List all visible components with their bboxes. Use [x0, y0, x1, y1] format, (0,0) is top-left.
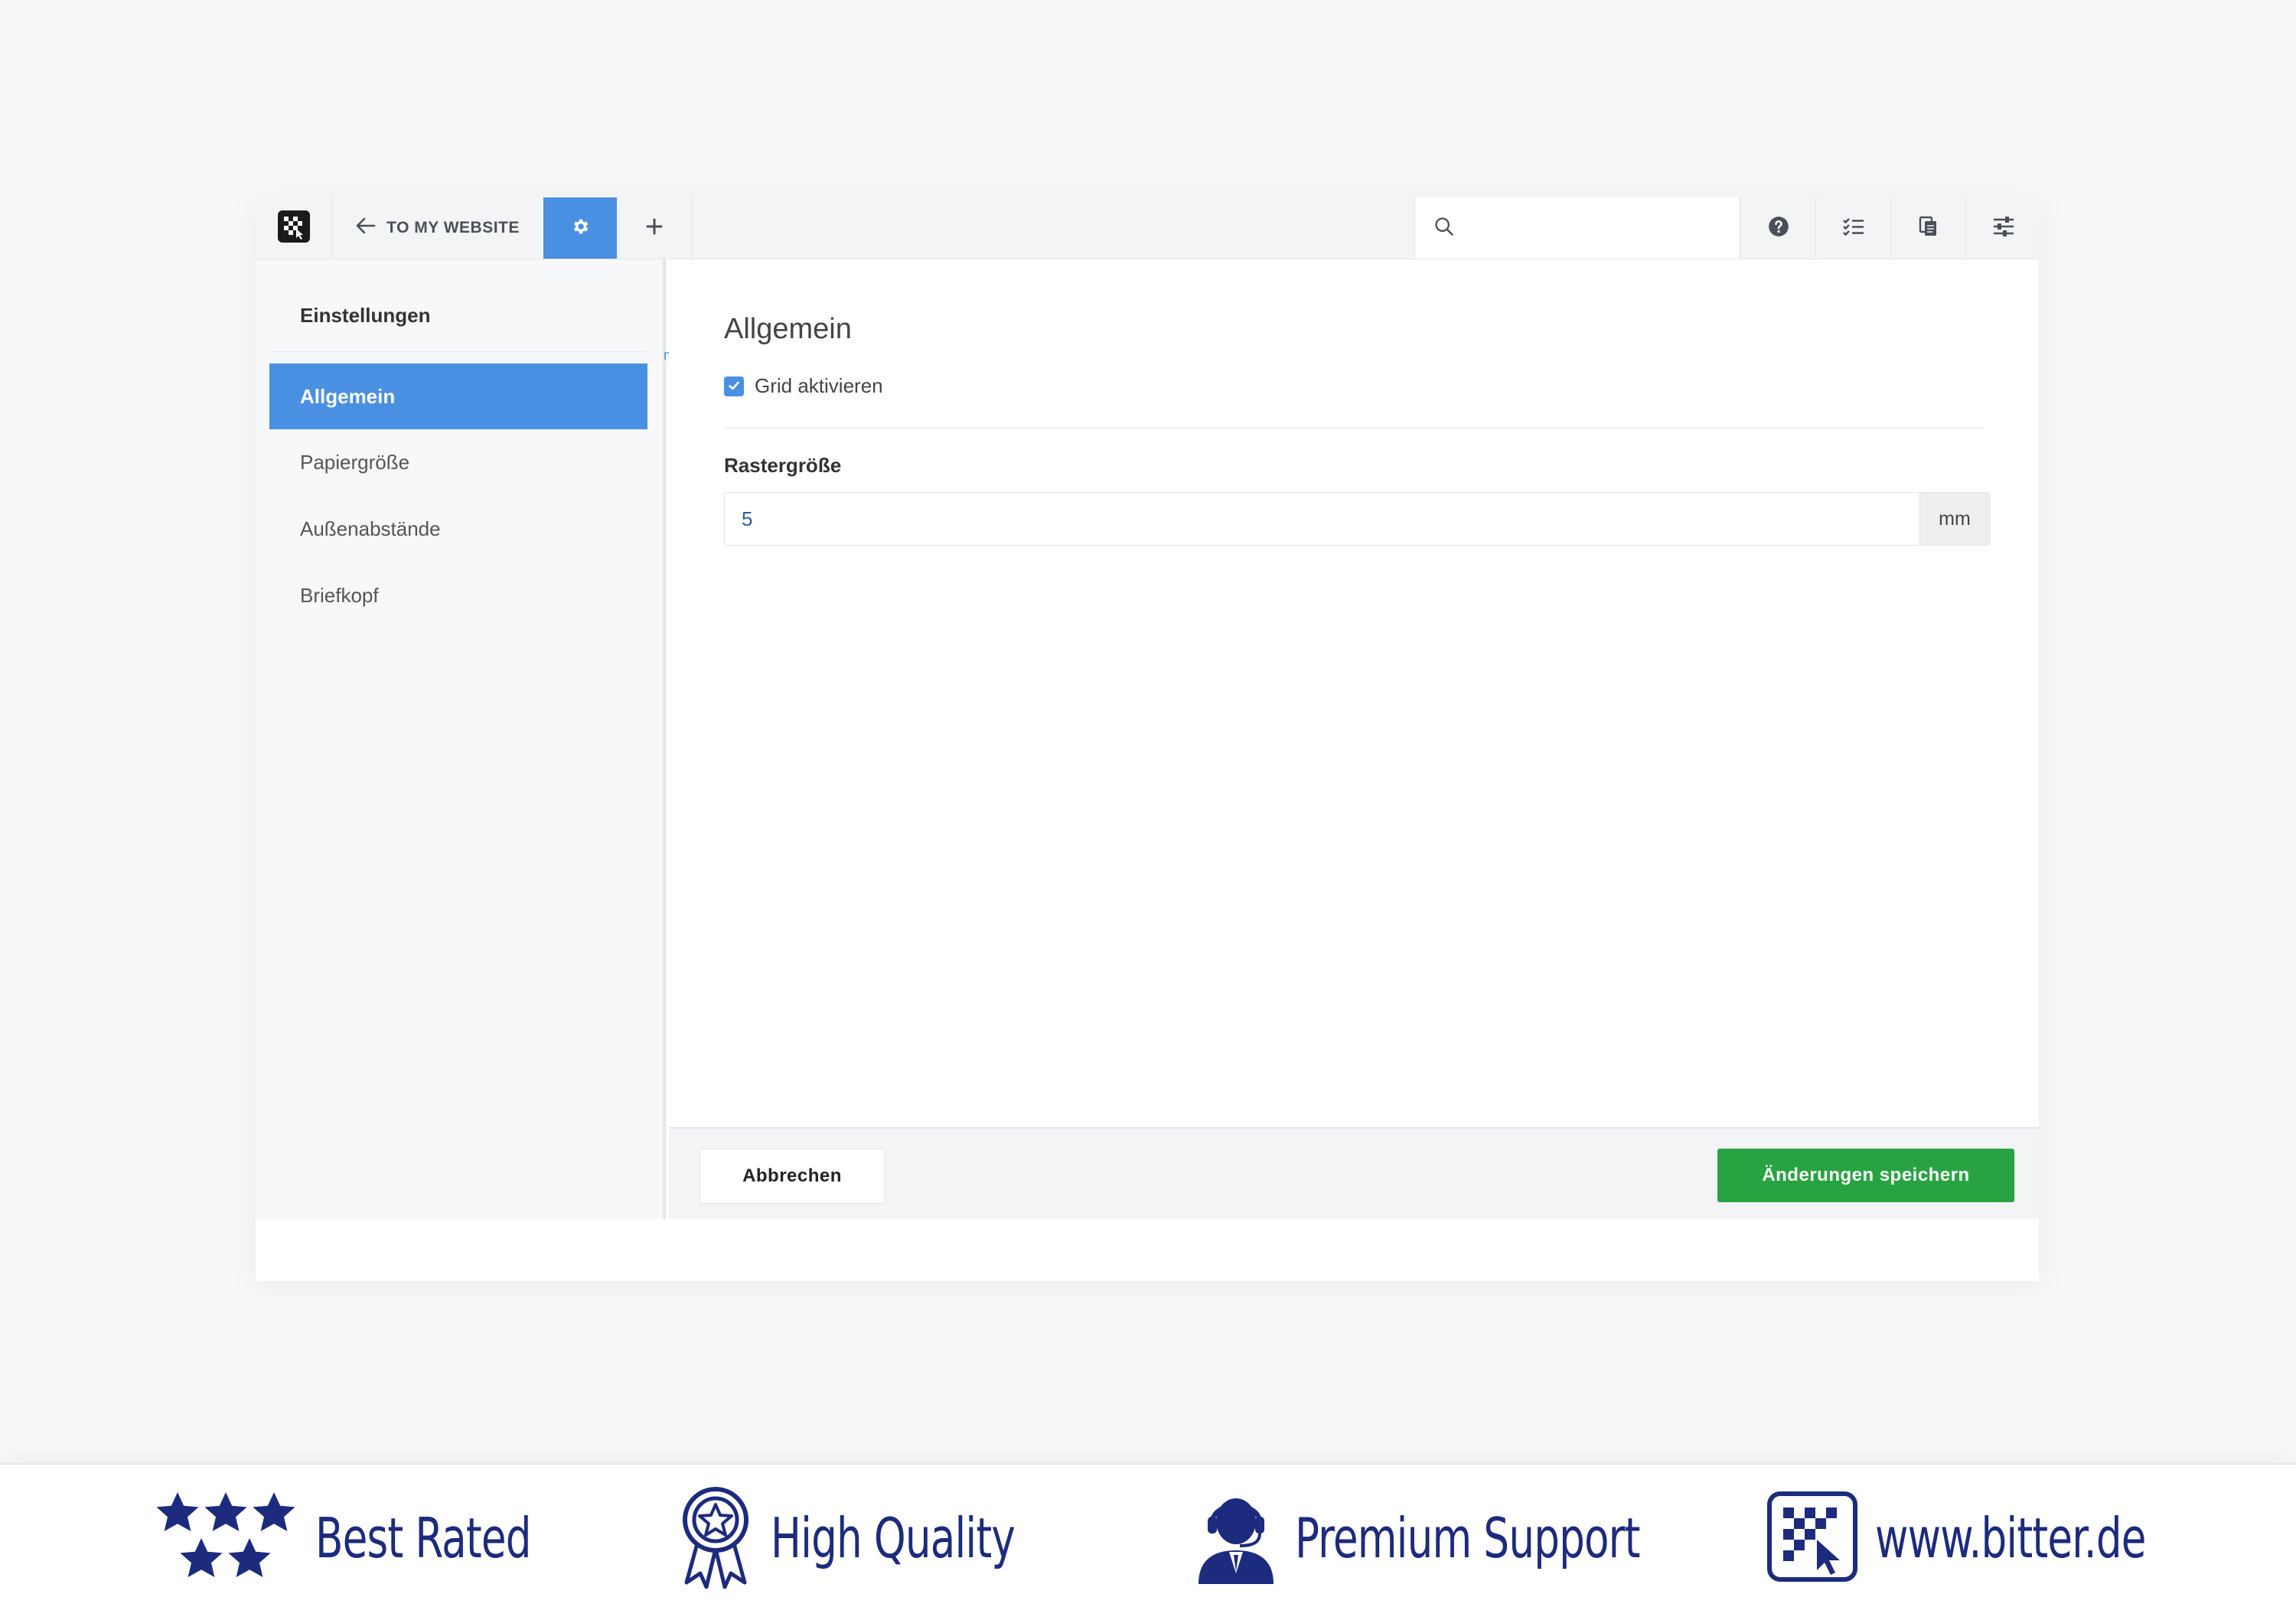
sidebar-item-papiergroesse[interactable]: Papiergröße: [269, 429, 647, 495]
sidebar-divider: [269, 351, 646, 352]
five-stars-icon: [153, 1489, 298, 1588]
section-divider: [724, 428, 1984, 429]
back-to-website-button[interactable]: TO MY WEBSITE: [332, 197, 544, 259]
bitter-logo-icon: [278, 210, 310, 246]
plus-icon: [645, 217, 664, 240]
badge-website: www.bitter.de: [1766, 1491, 2205, 1586]
cancel-button[interactable]: Abbrechen: [700, 1149, 885, 1204]
sidebar-item-label: Papiergröße: [300, 450, 410, 474]
grid-checkbox[interactable]: [724, 376, 744, 396]
back-to-website-label: TO MY WEBSITE: [386, 219, 520, 236]
arrow-left-icon: [356, 217, 376, 239]
raster-size-label: Rastergröße: [724, 454, 842, 477]
badge-high-quality: High Quality: [677, 1486, 1068, 1589]
documents-icon: [1919, 216, 1939, 241]
sidebar-item-allgemein[interactable]: Allgemein: [269, 363, 647, 429]
section-title: Allgemein: [724, 313, 852, 345]
sidebar-item-briefkopf[interactable]: Briefkopf: [269, 562, 647, 628]
window-bottom-strip: [256, 1219, 2039, 1281]
raster-size-field: mm: [724, 492, 1990, 546]
badge-text: High Quality: [771, 1506, 1016, 1570]
search-icon: [1433, 216, 1455, 241]
settings-panel: Allgemein Grid aktivieren Rastergröße mm…: [669, 259, 2039, 1219]
sidebar-item-aussenabstaende[interactable]: Außenabstände: [269, 496, 647, 562]
settings-tab[interactable]: [543, 197, 617, 259]
question-circle-icon: [1768, 216, 1789, 241]
checklist-icon: [1842, 217, 1865, 240]
sidebar-item-label: Briefkopf: [300, 583, 379, 607]
settings-sidebar: Einstellungen Allgemein Papiergröße Auße…: [256, 259, 671, 1219]
checklist-button[interactable]: [1815, 197, 1891, 259]
help-button[interactable]: [1740, 197, 1816, 259]
checkmark-icon: [727, 374, 741, 398]
badge-best-rated: Best Rated: [153, 1491, 579, 1584]
raster-size-input[interactable]: [725, 493, 1919, 545]
app-window: TO MY WEBSITE Einstellungen Allgemein Pa…: [256, 197, 2039, 1281]
support-agent-icon: [1194, 1489, 1278, 1588]
gear-icon: [570, 217, 590, 240]
grid-checkbox-label: Grid aktivieren: [755, 374, 883, 397]
promo-banner: Best Rated High Quality Premium Support …: [0, 1463, 2296, 1607]
badge-premium-support: Premium Support: [1194, 1492, 1716, 1584]
search-box[interactable]: [1414, 197, 1740, 259]
bitter-logo-icon: [1766, 1491, 1858, 1586]
panel-footer: Abbrechen Änderungen speichern: [669, 1127, 2039, 1219]
search-input[interactable]: [1466, 217, 1729, 240]
pages-button[interactable]: [1890, 197, 1966, 259]
award-ribbon-icon: [677, 1485, 754, 1592]
badge-text: Best Rated: [315, 1506, 531, 1570]
sliders-icon: [1992, 216, 2015, 241]
save-changes-button[interactable]: Änderungen speichern: [1717, 1149, 2014, 1202]
adjustments-button[interactable]: [1965, 197, 2041, 259]
toolbar: TO MY WEBSITE: [256, 197, 2039, 259]
raster-size-unit: mm: [1919, 493, 1989, 545]
badge-text: www.bitter.de: [1875, 1506, 2146, 1570]
sidebar-item-label: Allgemein: [300, 384, 396, 408]
sidebar-title: Einstellungen: [300, 304, 431, 327]
logo-button[interactable]: [256, 197, 333, 259]
sidebar-item-label: Außenabstände: [300, 517, 441, 540]
badge-text: Premium Support: [1295, 1506, 1640, 1570]
add-button[interactable]: [617, 197, 693, 259]
grid-checkbox-row[interactable]: Grid aktivieren: [724, 374, 883, 398]
